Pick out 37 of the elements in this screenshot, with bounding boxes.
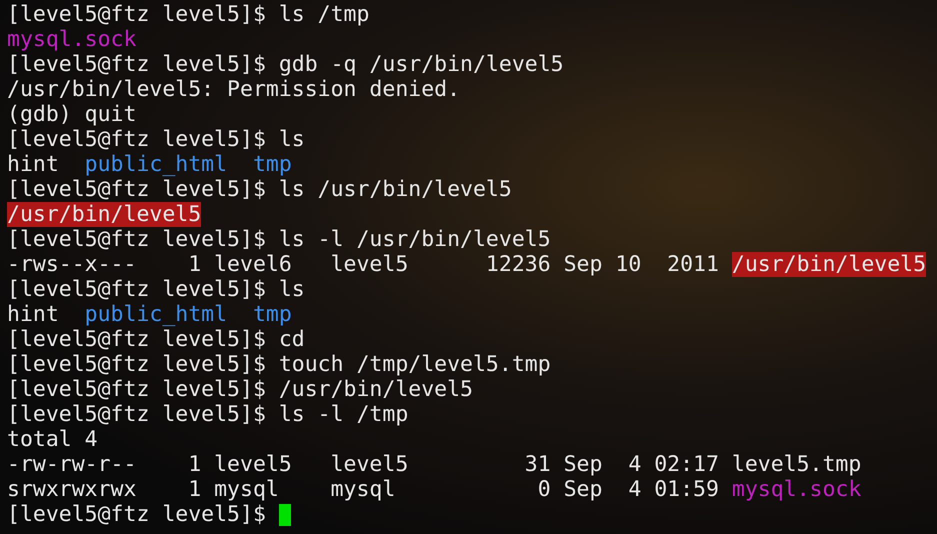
terminal-text: hint	[7, 302, 60, 327]
terminal-text: /usr/bin/level5	[278, 377, 473, 402]
shell-prompt: [level5@ftz level5]$	[7, 227, 267, 252]
directory-name: public_html	[84, 152, 228, 177]
terminal-text: gdb -q /usr/bin/level5	[278, 52, 564, 77]
setuid-file-name: /usr/bin/level5	[732, 252, 926, 277]
terminal-text: total 4	[7, 427, 98, 452]
terminal-text: -rws--x--- 1 level6 level5 12236 Sep 10 2011	[7, 252, 720, 277]
shell-prompt: [level5@ftz level5]$	[7, 352, 267, 377]
shell-prompt: [level5@ftz level5]$	[7, 127, 267, 152]
socket-file-name: mysql.sock	[732, 477, 862, 502]
terminal-text: ls /usr/bin/level5	[278, 177, 512, 202]
shell-prompt: [level5@ftz level5]$	[7, 177, 267, 202]
terminal-text: (gdb) quit	[7, 102, 136, 127]
shell-prompt: [level5@ftz level5]$	[7, 2, 267, 27]
terminal-text: ls -l /usr/bin/level5	[278, 227, 551, 252]
shell-prompt: [level5@ftz level5]$	[7, 402, 267, 427]
terminal-text: /usr/bin/level5: Permission denied.	[7, 77, 460, 102]
terminal-text: ls	[278, 127, 305, 152]
terminal-text: srwxrwxrwx 1 mysql mysql 0 Sep 4 01:59	[7, 477, 720, 502]
terminal-text: cd	[278, 327, 305, 352]
directory-name: tmp	[252, 152, 292, 177]
terminal-text: hint	[7, 152, 60, 177]
shell-prompt: [level5@ftz level5]$	[7, 327, 267, 352]
shell-prompt: [level5@ftz level5]$	[7, 52, 267, 77]
directory-name: public_html	[84, 302, 228, 327]
terminal-text: ls -l /tmp	[278, 402, 408, 427]
terminal-text: touch /tmp/level5.tmp	[278, 352, 551, 377]
terminal-text: -rw-rw-r-- 1 level5 level5 31 Sep 4 02:17 level5.tmp	[7, 452, 862, 477]
shell-prompt: [level5@ftz level5]$	[7, 377, 267, 402]
socket-file-name: mysql.sock	[7, 27, 136, 52]
shell-prompt: [level5@ftz level5]$	[7, 502, 267, 527]
shell-prompt: [level5@ftz level5]$	[7, 277, 267, 302]
directory-name: tmp	[252, 302, 292, 327]
terminal-text: ls /tmp	[278, 2, 370, 27]
setuid-file-name: /usr/bin/level5	[7, 202, 202, 227]
terminal-text: ls	[278, 277, 305, 302]
